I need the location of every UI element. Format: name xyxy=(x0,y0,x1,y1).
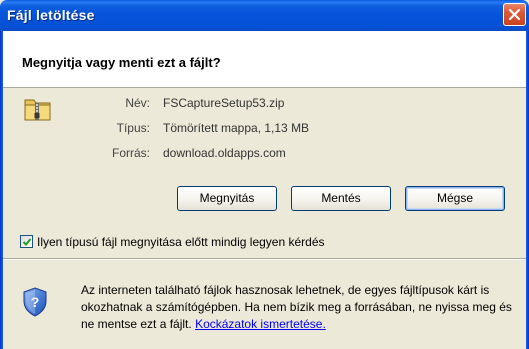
separator xyxy=(3,258,526,260)
window-title: Fájl letöltése xyxy=(7,7,95,23)
always-ask-checkbox[interactable] xyxy=(20,235,33,248)
file-download-dialog: Fájl letöltése Megnyitja vagy menti ezt … xyxy=(0,0,529,349)
save-button[interactable]: Mentés xyxy=(291,186,391,211)
header-panel: Megnyitja vagy menti ezt a fájlt? xyxy=(3,31,526,88)
file-source-value: download.oldapps.com xyxy=(163,146,286,160)
close-button[interactable] xyxy=(503,3,526,26)
security-shield-icon: ? xyxy=(23,287,47,317)
security-warning: Az interneten található fájlok hasznosak… xyxy=(81,282,521,333)
checkmark-icon xyxy=(22,238,32,246)
svg-text:?: ? xyxy=(31,294,40,310)
cancel-button[interactable]: Mégse xyxy=(405,186,505,211)
file-type-label: Típus: xyxy=(116,121,150,135)
always-ask-label[interactable]: Ilyen típusú fájl megnyitása előtt mindi… xyxy=(37,235,325,249)
risks-link[interactable]: Kockázatok ismertetése. xyxy=(195,317,326,331)
file-name-value: FSCaptureSetup53.zip xyxy=(163,96,285,110)
file-source-label: Forrás: xyxy=(111,146,150,160)
dialog-question: Megnyitja vagy menti ezt a fájlt? xyxy=(22,55,221,70)
close-icon xyxy=(508,8,521,21)
file-name-label: Név: xyxy=(125,96,150,110)
file-type-value: Tömörített mappa, 1,13 MB xyxy=(163,121,310,135)
open-button[interactable]: Megnyitás xyxy=(177,186,277,211)
title-bar[interactable]: Fájl letöltése xyxy=(0,0,529,31)
